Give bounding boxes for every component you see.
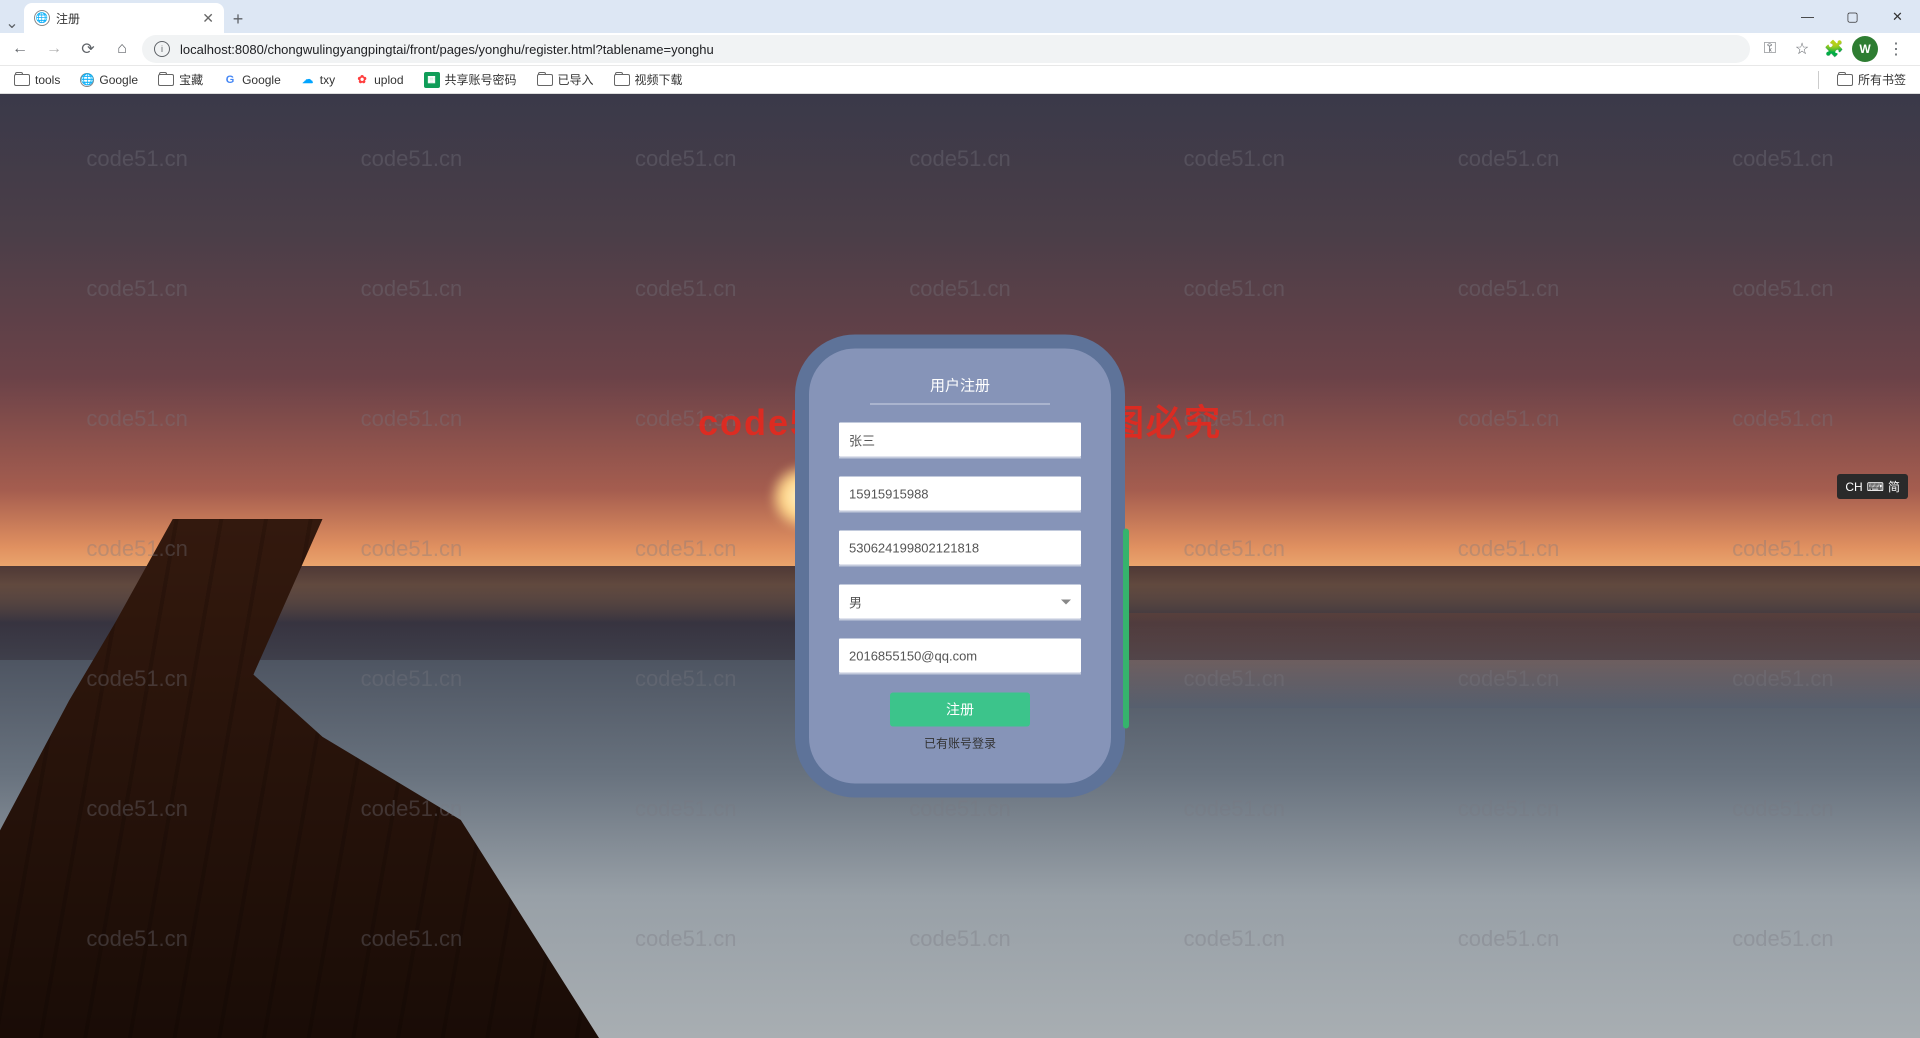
ime-lang: CH <box>1845 480 1862 494</box>
browser-tab[interactable]: 🌐 注册 ✕ <box>24 3 224 33</box>
bookmark-baozang[interactable]: 宝藏 <box>150 67 211 92</box>
new-tab-button[interactable]: + <box>224 5 252 33</box>
upload-icon: ✿ <box>355 73 369 87</box>
gender-value: 男 <box>849 592 862 611</box>
folder-icon <box>14 74 30 86</box>
ime-mode: 简 <box>1888 478 1900 495</box>
bookmark-video-dl[interactable]: 视频下载 <box>606 67 691 92</box>
extensions-icon[interactable]: 🧩 <box>1820 35 1848 63</box>
home-button[interactable]: ⌂ <box>108 35 136 63</box>
scrollbar-thumb[interactable] <box>1123 529 1129 729</box>
sheets-icon: ▦ <box>424 72 440 88</box>
page-viewport: code51.cncode51.cncode51.cncode51.cncode… <box>0 94 1920 1038</box>
folder-icon <box>614 74 630 86</box>
bookmark-google-1[interactable]: 🌐Google <box>72 69 146 91</box>
forward-button[interactable]: → <box>40 35 68 63</box>
google-g-icon: G <box>223 73 237 87</box>
bookmark-uplod[interactable]: ✿uplod <box>347 69 411 91</box>
ime-indicator[interactable]: CH ⌨ 简 <box>1837 474 1908 499</box>
tab-title: 注册 <box>56 10 196 27</box>
register-card: 用户注册 男 注册 已有账号登录 <box>795 335 1125 798</box>
bookmark-txy[interactable]: ☁txy <box>293 69 343 91</box>
register-button[interactable]: 注册 <box>890 693 1030 727</box>
bookmark-star-icon[interactable]: ☆ <box>1788 35 1816 63</box>
window-controls: — ▢ ✕ <box>1785 0 1920 33</box>
gender-select[interactable]: 男 <box>839 585 1081 619</box>
tab-strip: ⌄ 🌐 注册 ✕ + — ▢ ✕ <box>0 0 1920 33</box>
close-tab-icon[interactable]: ✕ <box>202 10 214 27</box>
idcard-input[interactable] <box>839 531 1081 565</box>
profile-avatar[interactable]: W <box>1852 36 1878 62</box>
reload-button[interactable]: ⟳ <box>74 35 102 63</box>
cloud-icon: ☁ <box>301 73 315 87</box>
chevron-down-icon <box>1061 599 1071 604</box>
back-button[interactable]: ← <box>6 35 34 63</box>
close-window-button[interactable]: ✕ <box>1875 0 1920 33</box>
bookmark-tools[interactable]: tools <box>6 69 68 91</box>
site-info-icon[interactable]: i <box>154 41 170 57</box>
maximize-button[interactable]: ▢ <box>1830 0 1875 33</box>
login-link[interactable]: 已有账号登录 <box>839 735 1081 752</box>
menu-icon[interactable]: ⋮ <box>1882 35 1910 63</box>
folder-icon <box>537 74 553 86</box>
globe-icon: 🌐 <box>80 73 94 87</box>
bookmark-share-pwd[interactable]: ▦共享账号密码 <box>416 67 525 92</box>
name-input[interactable] <box>839 423 1081 457</box>
globe-icon: 🌐 <box>34 10 50 26</box>
form-title: 用户注册 <box>870 375 1050 405</box>
ime-mode-icon: ⌨ <box>1867 480 1884 494</box>
bookmark-google-2[interactable]: GGoogle <box>215 69 289 91</box>
url-input[interactable]: i localhost:8080/chongwulingyangpingtai/… <box>142 35 1750 63</box>
minimize-button[interactable]: — <box>1785 0 1830 33</box>
all-bookmarks-button[interactable]: 所有书签 <box>1829 67 1914 92</box>
bookmarks-bar: tools 🌐Google 宝藏 GGoogle ☁txy ✿uplod ▦共享… <box>0 66 1920 94</box>
bookmark-imported[interactable]: 已导入 <box>529 67 602 92</box>
password-key-icon[interactable]: ⚿ <box>1756 35 1784 63</box>
url-text: localhost:8080/chongwulingyangpingtai/fr… <box>180 42 714 57</box>
folder-icon <box>158 74 174 86</box>
email-input[interactable] <box>839 639 1081 673</box>
phone-input[interactable] <box>839 477 1081 511</box>
address-bar: ← → ⟳ ⌂ i localhost:8080/chongwulingyang… <box>0 33 1920 66</box>
folder-icon <box>1837 74 1853 86</box>
tab-search-icon[interactable]: ⌄ <box>0 9 24 33</box>
